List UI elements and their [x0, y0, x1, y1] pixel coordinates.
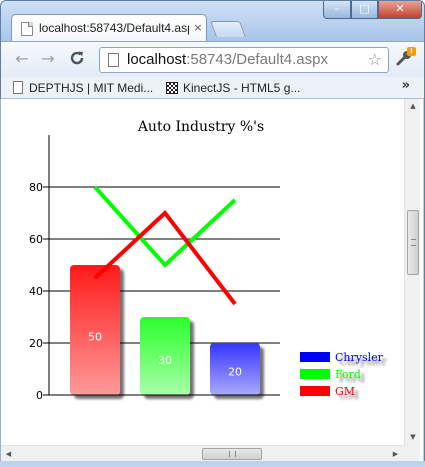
- reload-button[interactable]: [67, 49, 87, 69]
- bar-value-label: 50: [88, 331, 102, 344]
- vertical-scrollbar[interactable]: ▲ ▼: [404, 99, 420, 445]
- legend-swatch: [300, 369, 330, 379]
- y-tick-label: 40: [29, 285, 43, 298]
- tab-title: localhost:58743/Default4.aspx: [39, 21, 189, 35]
- update-badge: !: [407, 47, 416, 56]
- scroll-down-icon[interactable]: ▼: [405, 430, 421, 445]
- close-tab-icon[interactable]: ×: [192, 20, 204, 36]
- legend: Chrysler Ford GM: [300, 351, 384, 398]
- forward-button[interactable]: →: [38, 49, 58, 69]
- bar-value-label: 20: [228, 366, 242, 379]
- legend-swatch: [300, 386, 330, 396]
- url-text: localhost:58743/Default4.aspx: [127, 51, 328, 69]
- y-tick-label: 80: [29, 181, 43, 194]
- bookmark-label: DEPTHJS | MIT Medi...: [29, 81, 154, 95]
- grip-icon: [229, 451, 236, 457]
- scroll-up-icon[interactable]: ▲: [405, 99, 421, 114]
- minimize-button[interactable]: –: [323, 1, 351, 19]
- bar-value-label: 30: [158, 354, 172, 367]
- bookmark-label: KinectJS - HTML5 g...: [183, 81, 301, 95]
- tab-active[interactable]: localhost:58743/Default4.aspx ×: [11, 14, 207, 42]
- bar-layer: 50 30 20: [70, 265, 260, 395]
- url-path: :58743/Default4.aspx: [186, 51, 328, 68]
- reload-icon: [70, 51, 84, 65]
- checker-icon: [166, 82, 178, 94]
- bookmarks-bar: DEPTHJS | MIT Medi... KinectJS - HTML5 g…: [1, 77, 424, 99]
- toolbar: ← → localhost:58743/Default4.aspx ☆ !: [1, 41, 424, 77]
- maximize-button[interactable]: □: [351, 1, 378, 19]
- horizontal-scrollbar[interactable]: ◀ ▶: [1, 445, 404, 461]
- y-tick-label: 60: [29, 233, 43, 246]
- page-icon: [108, 53, 119, 67]
- page-icon: [21, 22, 33, 36]
- new-tab-button[interactable]: [210, 21, 246, 37]
- horizontal-scroll-thumb[interactable]: [202, 448, 262, 460]
- chart-title: Auto Industry %'s: [137, 119, 264, 135]
- vertical-scroll-thumb[interactable]: [407, 210, 419, 275]
- scroll-left-icon[interactable]: ◀: [1, 446, 16, 462]
- bookmark-item[interactable]: KinectJS - HTML5 g...: [166, 80, 300, 96]
- bookmark-item[interactable]: DEPTHJS | MIT Medi...: [13, 80, 153, 96]
- legend-label: Chrysler: [335, 351, 384, 364]
- legend-swatch: [300, 352, 330, 362]
- title-bar: localhost:58743/Default4.aspx × – □ ✕: [1, 1, 424, 42]
- legend-label: Ford: [335, 368, 361, 381]
- bookmarks-overflow-icon[interactable]: »: [402, 78, 410, 93]
- legend-label: GM: [335, 385, 355, 398]
- back-button[interactable]: ←: [12, 49, 32, 69]
- scroll-right-icon[interactable]: ▶: [388, 446, 403, 462]
- y-tick-label: 0: [36, 389, 43, 402]
- y-tick-label: 20: [29, 337, 43, 350]
- series-line: [93, 185, 237, 268]
- address-bar[interactable]: localhost:58743/Default4.aspx ☆: [99, 47, 389, 73]
- wrench-menu-button[interactable]: !: [395, 47, 417, 71]
- chart-canvas: Auto Industry %'s 50 30 20 0 20 40 60 80 Chrys…: [29, 119, 384, 402]
- star-icon[interactable]: ☆: [368, 50, 382, 70]
- window-frame-bottom: [0, 461, 425, 467]
- grip-icon: [411, 239, 416, 246]
- url-host: localhost: [127, 51, 187, 68]
- close-window-button[interactable]: ✕: [378, 1, 422, 19]
- scrollbar-corner: [404, 445, 420, 461]
- page-icon: [13, 81, 23, 94]
